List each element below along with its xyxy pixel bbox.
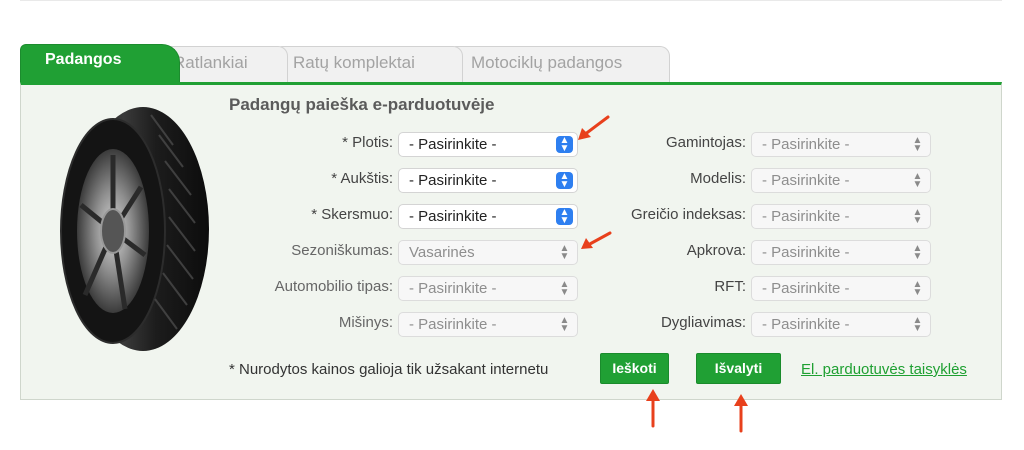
- select-model[interactable]: - Pasirinkite - ▲ ▼: [751, 168, 931, 193]
- chevron-updown-icon: ▲ ▼: [556, 172, 573, 190]
- select-height[interactable]: - Pasirinkite - ▲ ▼: [398, 168, 578, 193]
- chevron-updown-icon: ▲ ▼: [912, 243, 923, 262]
- top-divider: [20, 0, 1002, 1]
- label-manufacturer: Gamintojas:: [665, 134, 746, 151]
- price-note: * Nurodytos kainos galioja tik užsakant …: [229, 361, 549, 378]
- chevron-updown-icon: ▲ ▼: [556, 136, 573, 154]
- chevron-updown-icon: ▲ ▼: [912, 207, 923, 226]
- chevron-updown-icon: ▲ ▼: [912, 315, 923, 334]
- chevron-updown-icon: ▲ ▼: [912, 171, 923, 190]
- select-model-value: - Pasirinkite -: [762, 172, 850, 189]
- select-height-value: - Pasirinkite -: [409, 172, 497, 189]
- clear-button[interactable]: Išvalyti: [696, 353, 781, 384]
- label-diameter: * Skersmuo:: [311, 206, 393, 223]
- select-diameter-value: - Pasirinkite -: [409, 208, 497, 225]
- label-width: * Plotis:: [342, 134, 393, 151]
- chevron-updown-icon: ▲ ▼: [912, 135, 923, 154]
- select-rft[interactable]: - Pasirinkite - ▲ ▼: [751, 276, 931, 301]
- select-season[interactable]: Vasarinės ▲ ▼: [398, 240, 578, 265]
- select-rft-value: - Pasirinkite -: [762, 280, 850, 297]
- select-manufacturer[interactable]: - Pasirinkite - ▲ ▼: [751, 132, 931, 157]
- panel-title: Padangų paieška e-parduotuvėje: [229, 95, 495, 114]
- select-compound[interactable]: - Pasirinkite - ▲ ▼: [398, 312, 578, 337]
- label-load: Apkrova:: [686, 242, 746, 259]
- red-arrow-icon: [734, 394, 748, 433]
- select-season-value: Vasarinės: [409, 244, 475, 261]
- select-load[interactable]: - Pasirinkite - ▲ ▼: [751, 240, 931, 265]
- select-vehicle-type-value: - Pasirinkite -: [409, 280, 497, 297]
- label-vehicle-type: Automobilio tipas:: [274, 278, 393, 295]
- select-width-value: - Pasirinkite -: [409, 136, 497, 153]
- label-height: * Aukštis:: [331, 170, 393, 187]
- label-rft: RFT:: [714, 278, 746, 295]
- tab-wheel-sets[interactable]: Ratų komplektai: [278, 46, 463, 82]
- chevron-updown-icon: ▲ ▼: [912, 279, 923, 298]
- category-tabs: Motociklų padangos Ratų komplektai Ratla…: [20, 44, 1002, 82]
- label-speed-index: Greičio indeksas:: [630, 206, 746, 223]
- chevron-updown-icon: ▲ ▼: [556, 208, 573, 226]
- search-button[interactable]: Ieškoti: [600, 353, 669, 384]
- tab-motorcycle-tires[interactable]: Motociklų padangos: [452, 46, 670, 82]
- select-studs-value: - Pasirinkite -: [762, 316, 850, 333]
- shop-rules-link[interactable]: El. parduotuvės taisyklės: [801, 361, 967, 378]
- select-compound-value: - Pasirinkite -: [409, 316, 497, 333]
- red-arrow-icon: [578, 115, 610, 140]
- select-speed-index-value: - Pasirinkite -: [762, 208, 850, 225]
- select-load-value: - Pasirinkite -: [762, 244, 850, 261]
- red-arrow-icon: [581, 231, 612, 249]
- select-studs[interactable]: - Pasirinkite - ▲ ▼: [751, 312, 931, 337]
- chevron-updown-icon: ▲ ▼: [559, 243, 570, 262]
- red-arrow-icon: [646, 389, 660, 428]
- select-manufacturer-value: - Pasirinkite -: [762, 136, 850, 153]
- chevron-updown-icon: ▲ ▼: [559, 279, 570, 298]
- label-model: Modelis:: [690, 170, 746, 187]
- select-vehicle-type[interactable]: - Pasirinkite - ▲ ▼: [398, 276, 578, 301]
- tire-search-panel: Padangų paieška e-parduotuvėje * Plotis:…: [20, 82, 1002, 400]
- tire-icon: [60, 107, 209, 351]
- select-width[interactable]: - Pasirinkite - ▲ ▼: [398, 132, 578, 157]
- label-studs: Dygliavimas:: [660, 314, 746, 331]
- label-compound: Mišinys:: [338, 314, 393, 331]
- chevron-updown-icon: ▲ ▼: [559, 315, 570, 334]
- label-season: Sezoniškumas:: [291, 242, 393, 259]
- tire-image: [55, 105, 213, 353]
- select-speed-index[interactable]: - Pasirinkite - ▲ ▼: [751, 204, 931, 229]
- tab-tires[interactable]: Padangos: [20, 44, 180, 82]
- select-diameter[interactable]: - Pasirinkite - ▲ ▼: [398, 204, 578, 229]
